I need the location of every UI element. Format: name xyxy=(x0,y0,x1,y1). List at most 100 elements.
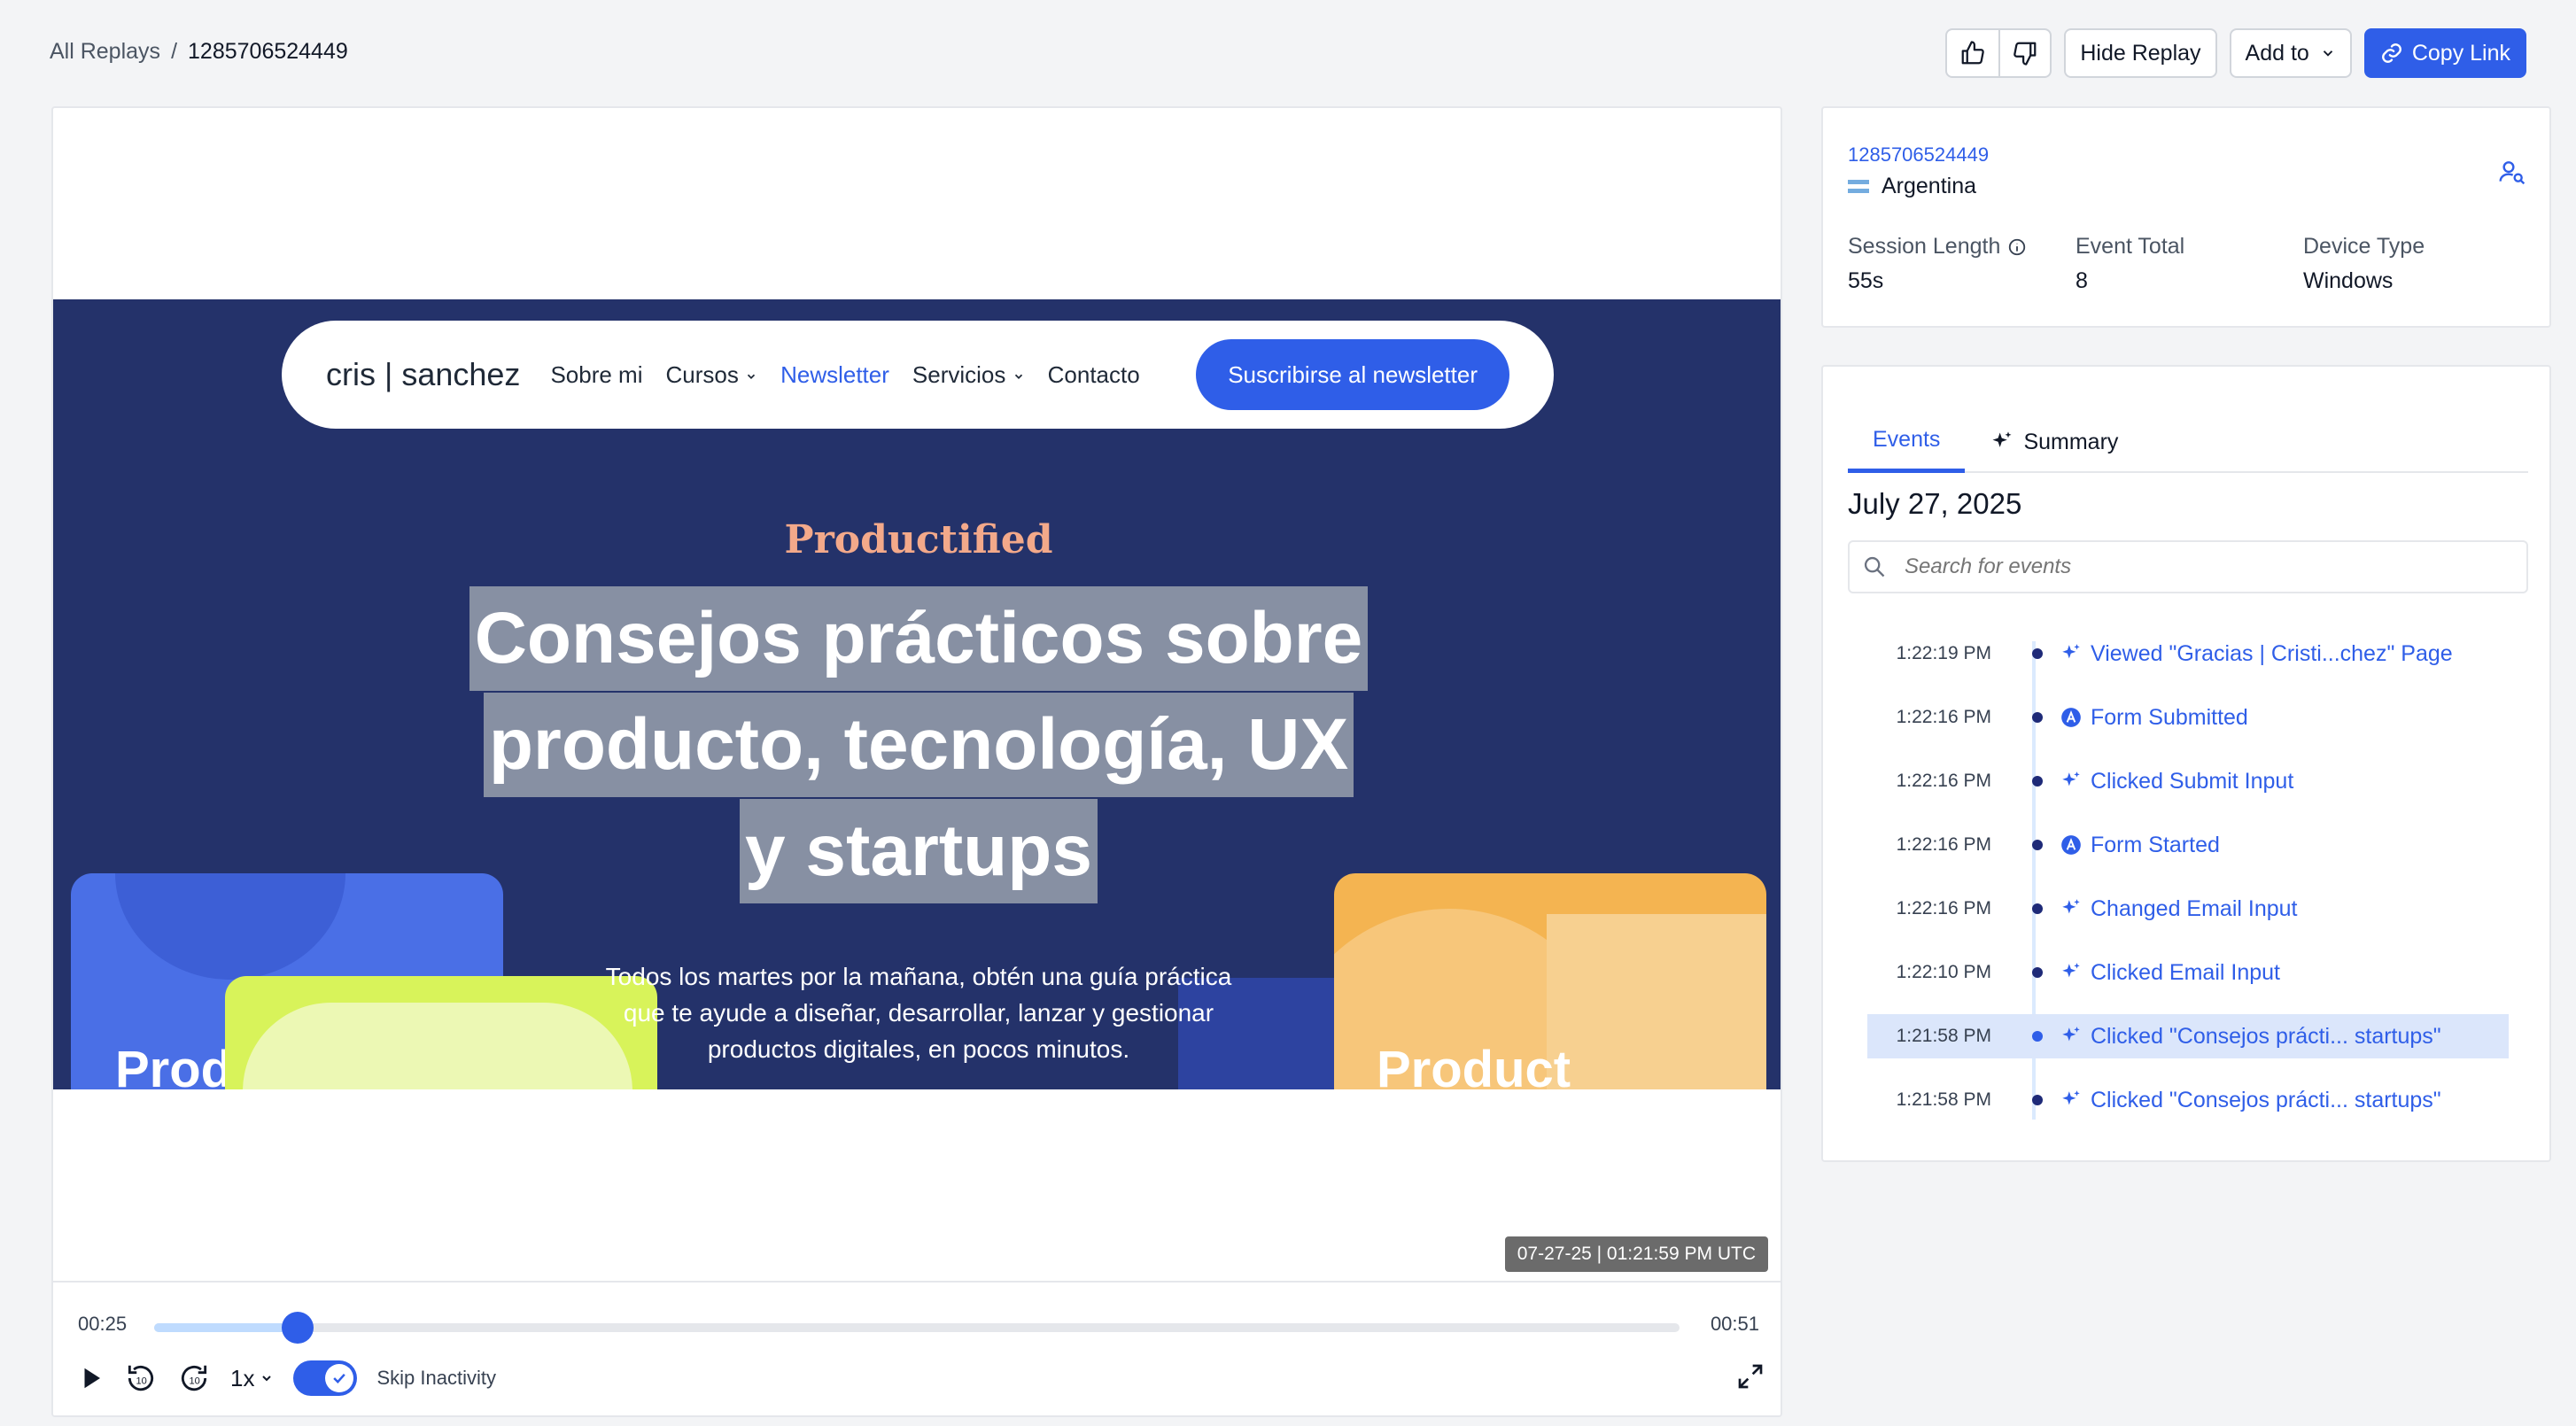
site-card-green xyxy=(225,976,657,1089)
event-row[interactable]: 1:22:16 PM Clicked Submit Input xyxy=(1867,759,2509,803)
chevron-down-icon xyxy=(747,374,756,379)
add-to-button[interactable]: Add to xyxy=(2229,28,2352,78)
copy-link-label: Copy Link xyxy=(2411,40,2510,66)
total-time: 00:51 xyxy=(1710,1313,1759,1335)
event-time: 1:22:16 PM xyxy=(1896,771,1991,791)
stat-value: Windows xyxy=(2303,268,2394,293)
thumbs-down-button[interactable] xyxy=(1998,30,2050,76)
tab-events[interactable]: Events xyxy=(1848,411,1966,473)
breadcrumb-all-replays[interactable]: All Replays xyxy=(50,39,160,65)
timeline-dot xyxy=(2032,712,2043,723)
stat-event-total: Event Total 8 xyxy=(2076,234,2184,294)
site-nav-servicios-label: Servicios xyxy=(912,360,1006,388)
sparkle-icon xyxy=(2059,769,2083,794)
svg-text:10: 10 xyxy=(189,1376,199,1386)
stat-value: 55s xyxy=(1848,268,1884,293)
stat-label-text: Session Length xyxy=(1848,234,2001,259)
search-input[interactable] xyxy=(1905,554,2436,579)
event-row[interactable]: 1:21:58 PM Clicked "Consejos prácti... st… xyxy=(1867,1014,2509,1058)
current-time: 00:25 xyxy=(78,1313,128,1335)
site-nav-newsletter: Newsletter xyxy=(780,360,889,388)
event-label[interactable]: Form Submitted xyxy=(2091,705,2248,731)
event-time: 1:22:16 PM xyxy=(1896,898,1991,918)
site-logo: cris | sanchez xyxy=(326,356,521,392)
event-row[interactable]: 1:21:58 PM Clicked "Consejos prácti... st… xyxy=(1867,1078,2509,1122)
events-panel: Events Summary July 27, 2025 1:22:19 PM V… xyxy=(1821,365,2551,1162)
progress-scrubber[interactable] xyxy=(154,1312,1680,1344)
event-row[interactable]: 1:22:10 PM Clicked Email Input xyxy=(1867,950,2509,995)
fullscreen-icon[interactable] xyxy=(1736,1362,1765,1391)
play-icon[interactable] xyxy=(78,1365,105,1391)
thumbs-up-button[interactable] xyxy=(1947,30,1998,76)
forward-10-icon[interactable]: 10 xyxy=(177,1361,211,1395)
chevron-down-icon xyxy=(262,1376,272,1382)
event-label[interactable]: Viewed "Gracias | Cristi...chez" Page xyxy=(2091,641,2453,667)
sparkle-icon xyxy=(2059,1024,2083,1049)
sparkle-icon xyxy=(2059,641,2083,666)
site-subheadline: Todos los martes por la mañana, obtén un… xyxy=(595,958,1242,1067)
breadcrumb-current: 1285706524449 xyxy=(188,39,348,64)
session-info-card: 1285706524449 Argentina Session Length 5… xyxy=(1821,106,2551,328)
event-row[interactable]: 1:22:16 PM Form Started xyxy=(1867,823,2509,867)
timeline-dot xyxy=(2032,967,2043,978)
stat-value: 8 xyxy=(2076,268,2088,293)
event-search[interactable] xyxy=(1848,540,2528,593)
check-icon xyxy=(333,1373,346,1383)
site-card-orange: Product xyxy=(1334,873,1766,1089)
site-nav-cursos-label: Cursos xyxy=(665,360,739,388)
timeline-dot xyxy=(2032,840,2043,850)
event-label[interactable]: Form Started xyxy=(2091,833,2220,858)
progress-fill xyxy=(154,1323,298,1332)
stat-device-type: Device Type Windows xyxy=(2303,234,2425,294)
replay-timestamp-badge: 07-27-25 | 01:21:59 PM UTC xyxy=(1504,1236,1768,1272)
skip-inactivity-toggle[interactable] xyxy=(293,1360,358,1396)
timeline-dot xyxy=(2032,1095,2043,1105)
event-row[interactable]: 1:22:16 PM Changed Email Input xyxy=(1867,887,2509,931)
speed-select[interactable]: 1x xyxy=(230,1365,274,1392)
replay-viewport[interactable]: cris | sanchez Sobre mi Cursos Newslette… xyxy=(53,299,1781,1089)
event-row[interactable]: 1:22:19 PM Viewed "Gracias | Cristi...che… xyxy=(1867,632,2509,676)
toggle-knob xyxy=(325,1364,354,1392)
timeline-dot xyxy=(2032,903,2043,914)
rewind-10-icon[interactable]: 10 xyxy=(124,1361,158,1395)
event-label[interactable]: Clicked Email Input xyxy=(2091,960,2280,986)
info-icon[interactable] xyxy=(2007,237,2027,257)
stat-label: Event Total xyxy=(2076,234,2185,259)
copy-link-button[interactable]: Copy Link xyxy=(2363,28,2526,78)
add-to-label: Add to xyxy=(2245,40,2309,66)
skip-inactivity-label: Skip Inactivity xyxy=(376,1367,496,1389)
event-label[interactable]: Clicked "Consejos prácti... startups" xyxy=(2091,1088,2441,1113)
scrubber-handle[interactable] xyxy=(281,1312,314,1344)
site-eyebrow: Productified xyxy=(784,517,1053,562)
svg-text:10: 10 xyxy=(136,1376,146,1386)
tab-summary[interactable]: Summary xyxy=(1965,411,2143,473)
event-time: 1:22:16 PM xyxy=(1896,834,1991,855)
events-tabs: Events Summary xyxy=(1848,411,2528,473)
site-subheadline-line: que te ayude a diseñar, desarrollar, lan… xyxy=(623,999,1214,1027)
event-time: 1:22:10 PM xyxy=(1896,962,1991,982)
site-nav-contacto: Contacto xyxy=(1047,360,1140,388)
site-nav-cursos: Cursos xyxy=(665,361,757,389)
sparkle-icon xyxy=(2059,1088,2083,1112)
hide-replay-button[interactable]: Hide Replay xyxy=(2064,28,2217,78)
feedback-group xyxy=(1945,28,2052,78)
site-subheadline-line: Todos los martes por la mañana, obtén un… xyxy=(605,963,1232,990)
replay-player: cris | sanchez Sobre mi Cursos Newslette… xyxy=(51,106,1782,1417)
timeline-dot xyxy=(2032,776,2043,787)
event-label[interactable]: Clicked "Consejos prácti... startups" xyxy=(2091,1024,2441,1050)
sparkle-icon xyxy=(2059,960,2083,985)
timeline-dot xyxy=(2032,648,2043,659)
user-search-icon[interactable] xyxy=(2498,158,2526,186)
event-label[interactable]: Clicked Submit Input xyxy=(2091,769,2293,794)
tab-summary-label: Summary xyxy=(2023,429,2119,454)
site-subheadline-line: productos digitales, en pocos minutos. xyxy=(707,1035,1130,1063)
sparkle-icon xyxy=(1992,431,2012,447)
event-label[interactable]: Changed Email Input xyxy=(2091,896,2297,922)
thumbs-up-icon xyxy=(1961,41,1985,65)
breadcrumb-separator: / xyxy=(171,39,178,64)
session-id-link[interactable]: 1285706524449 xyxy=(1848,143,1989,167)
event-row[interactable]: 1:22:16 PM Form Submitted xyxy=(1867,695,2509,740)
site-nav-servicios: Servicios xyxy=(912,361,1025,389)
stat-label: Device Type xyxy=(2303,234,2425,259)
site-headline-line: y startups xyxy=(740,799,1098,903)
